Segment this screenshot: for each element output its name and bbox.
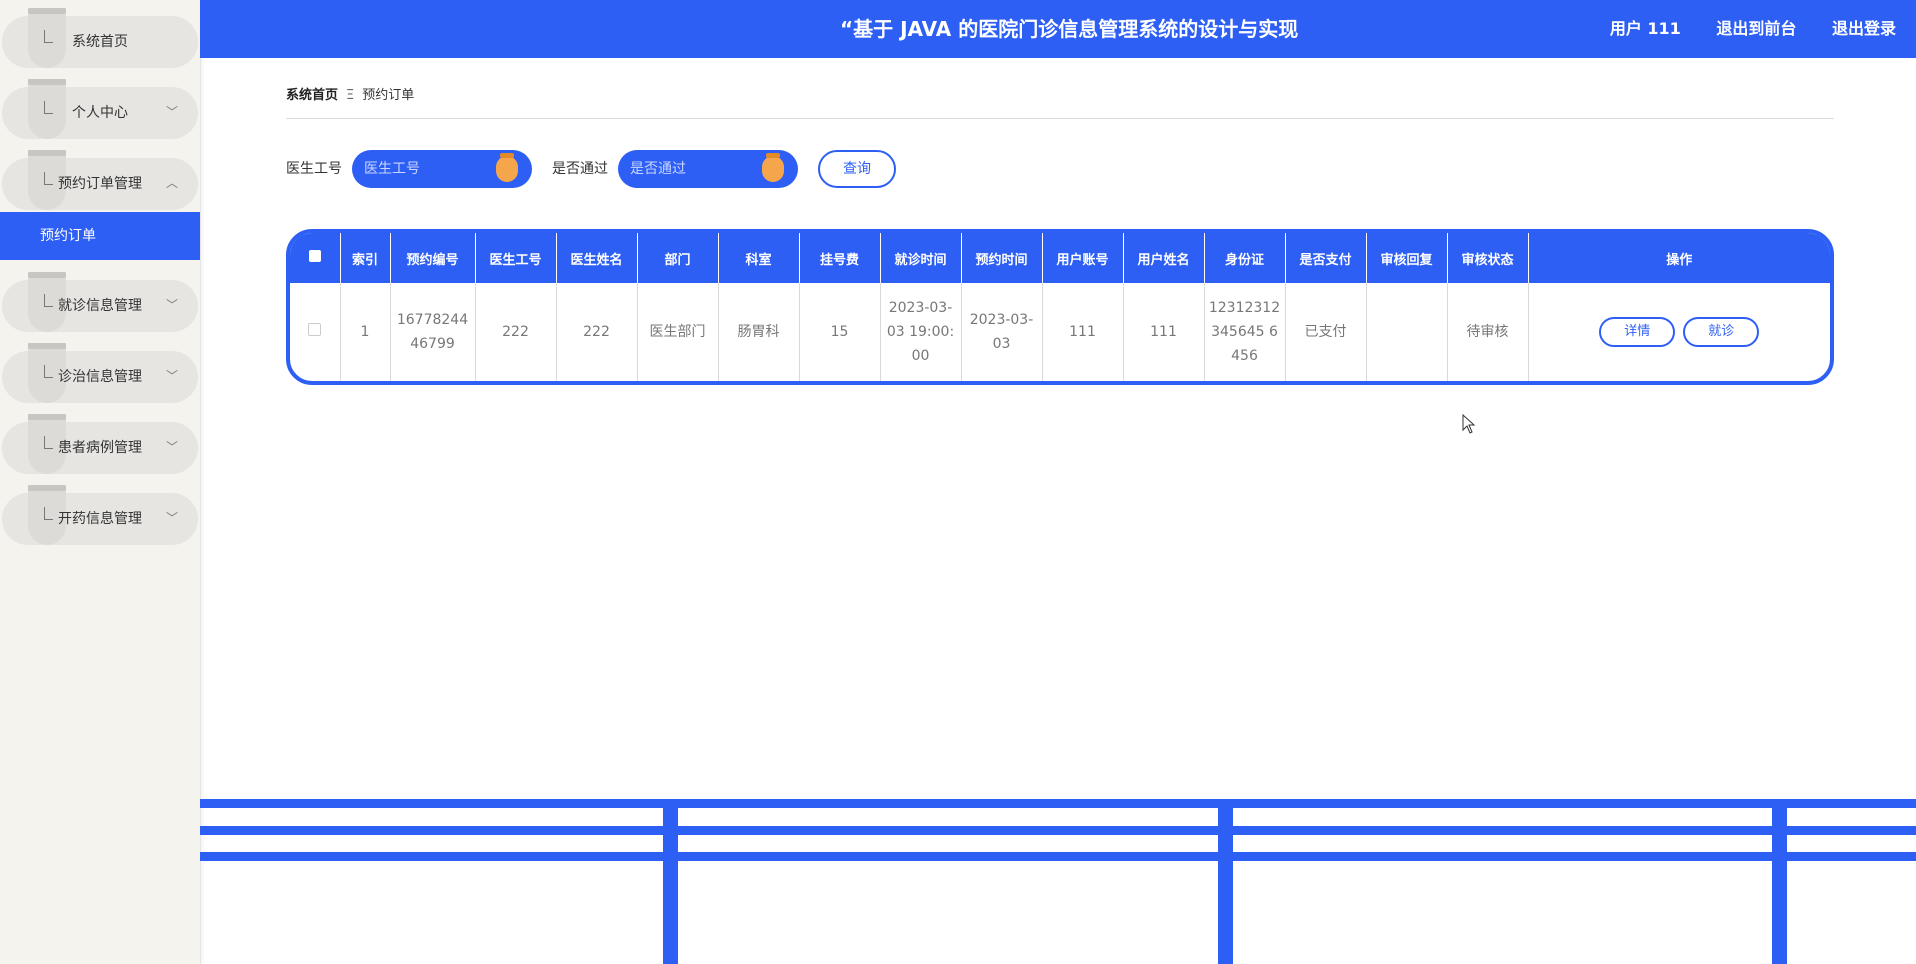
breadcrumb-separator-icon: Ξ xyxy=(346,88,355,103)
breadcrumb: 系统首页 Ξ 预约订单 xyxy=(286,84,1834,119)
sidebar-item-treatment-management[interactable]: 诊治信息管理 ﹀ xyxy=(2,343,198,403)
select-all-checkbox[interactable] xyxy=(290,233,341,283)
column-header: 预约编号 xyxy=(390,233,476,283)
sidebar-subitem-booking-orders[interactable]: 预约订单 xyxy=(0,212,200,260)
doctor-id-label: 医生工号 xyxy=(286,161,342,177)
row-checkbox[interactable] xyxy=(290,283,341,381)
column-header: 审核状态 xyxy=(1447,233,1529,283)
approved-select[interactable]: 是否通过 xyxy=(618,150,798,188)
column-header: 是否支付 xyxy=(1285,233,1367,283)
column-header: 用户姓名 xyxy=(1123,233,1205,283)
cell-visit-time: 2023-03-03 19:00:00 xyxy=(880,283,962,381)
cell-review-reply xyxy=(1366,283,1448,381)
chevron-up-icon: ︿ xyxy=(165,176,178,190)
cell-doctor-name: 222 xyxy=(556,283,638,381)
back-to-front-link[interactable]: 退出到前台 xyxy=(1716,19,1796,38)
input-knob-icon xyxy=(762,153,784,182)
breadcrumb-current: 预约订单 xyxy=(362,88,415,103)
sidebar: 系统首页 个人中心 ﹀ 预约订单管理 ︿ 预约订单 就诊信息管理 ﹀ 诊治信息管… xyxy=(0,0,201,964)
cell-doctor-id: 222 xyxy=(475,283,557,381)
header-links: 用户 111 退出到前台 退出登录 xyxy=(1580,0,1896,58)
column-header: 科室 xyxy=(718,233,800,283)
column-header: 操作 xyxy=(1528,233,1830,283)
sidebar-item-visit-management[interactable]: 就诊信息管理 ﹀ xyxy=(2,272,198,332)
approved-placeholder: 是否通过 xyxy=(630,161,686,177)
column-header: 就诊时间 xyxy=(880,233,962,283)
column-header: 身份证 xyxy=(1204,233,1286,283)
detail-button[interactable]: 详情 xyxy=(1599,317,1676,347)
sidebar-item-prescription-management[interactable]: 开药信息管理 ﹀ xyxy=(2,485,198,545)
cell-review-status: 待审核 xyxy=(1447,283,1529,381)
input-knob-icon xyxy=(496,153,518,182)
breadcrumb-home[interactable]: 系统首页 xyxy=(286,88,338,103)
cell-fee: 15 xyxy=(799,283,881,381)
cell-department: 医生部门 xyxy=(637,283,719,381)
column-header: 用户账号 xyxy=(1042,233,1124,283)
cell-actions: 详情 就诊 xyxy=(1528,283,1830,381)
mouse-cursor-icon xyxy=(1462,414,1476,434)
column-header: 挂号费 xyxy=(799,233,881,283)
chevron-down-icon: ﹀ xyxy=(165,298,178,312)
column-header: 索引 xyxy=(340,233,391,283)
chevron-down-icon: ﹀ xyxy=(165,511,178,525)
cell-section: 肠胃科 xyxy=(718,283,800,381)
chevron-down-icon: ﹀ xyxy=(165,369,178,383)
column-header: 医生姓名 xyxy=(556,233,638,283)
column-header: 部门 xyxy=(637,233,719,283)
cell-index: 1 xyxy=(340,283,391,381)
cell-paid: 已支付 xyxy=(1285,283,1367,381)
sidebar-item-personal-center[interactable]: 个人中心 ﹀ xyxy=(2,79,198,139)
chevron-down-icon: ﹀ xyxy=(165,105,178,119)
chevron-down-icon: ﹀ xyxy=(165,440,178,454)
table-header-row: 索引 预约编号 医生工号 医生姓名 部门 科室 挂号费 就诊时间 预约时间 用户… xyxy=(290,233,1830,283)
doctor-id-input[interactable]: 医生工号 xyxy=(352,150,532,188)
cell-booking-time: 2023-03-03 xyxy=(961,283,1043,381)
query-button[interactable]: 查询 xyxy=(818,150,896,188)
app-title: “基于 JAVA 的医院门诊信息管理系统的设计与实现 xyxy=(840,17,1299,41)
top-header: “基于 JAVA 的医院门诊信息管理系统的设计与实现 用户 111 退出到前台 … xyxy=(200,0,1916,58)
cell-order-no: 1677824446799 xyxy=(390,283,476,381)
sidebar-item-label: 系统首页 xyxy=(72,34,128,50)
sidebar-item-booking-management[interactable]: 预约订单管理 ︿ xyxy=(2,150,198,210)
sidebar-item-home[interactable]: 系统首页 xyxy=(2,8,198,68)
column-header: 医生工号 xyxy=(475,233,557,283)
orders-table: 索引 预约编号 医生工号 医生姓名 部门 科室 挂号费 就诊时间 预约时间 用户… xyxy=(286,229,1834,385)
cell-id-card: 12312312345645 6456 xyxy=(1204,283,1286,381)
logout-link[interactable]: 退出登录 xyxy=(1832,19,1896,38)
sidebar-item-case-management[interactable]: 患者病例管理 ﹀ xyxy=(2,414,198,474)
column-header: 预约时间 xyxy=(961,233,1043,283)
doctor-id-placeholder: 医生工号 xyxy=(364,161,420,177)
user-label: 用户 111 xyxy=(1609,19,1681,38)
cell-user-account: 111 xyxy=(1042,283,1124,381)
visit-button[interactable]: 就诊 xyxy=(1683,317,1760,347)
approved-label: 是否通过 xyxy=(552,161,608,177)
cell-user-name: 111 xyxy=(1123,283,1205,381)
table-row: 1 1677824446799 222 222 医生部门 肠胃科 15 2023… xyxy=(290,283,1830,381)
column-header: 审核回复 xyxy=(1366,233,1448,283)
